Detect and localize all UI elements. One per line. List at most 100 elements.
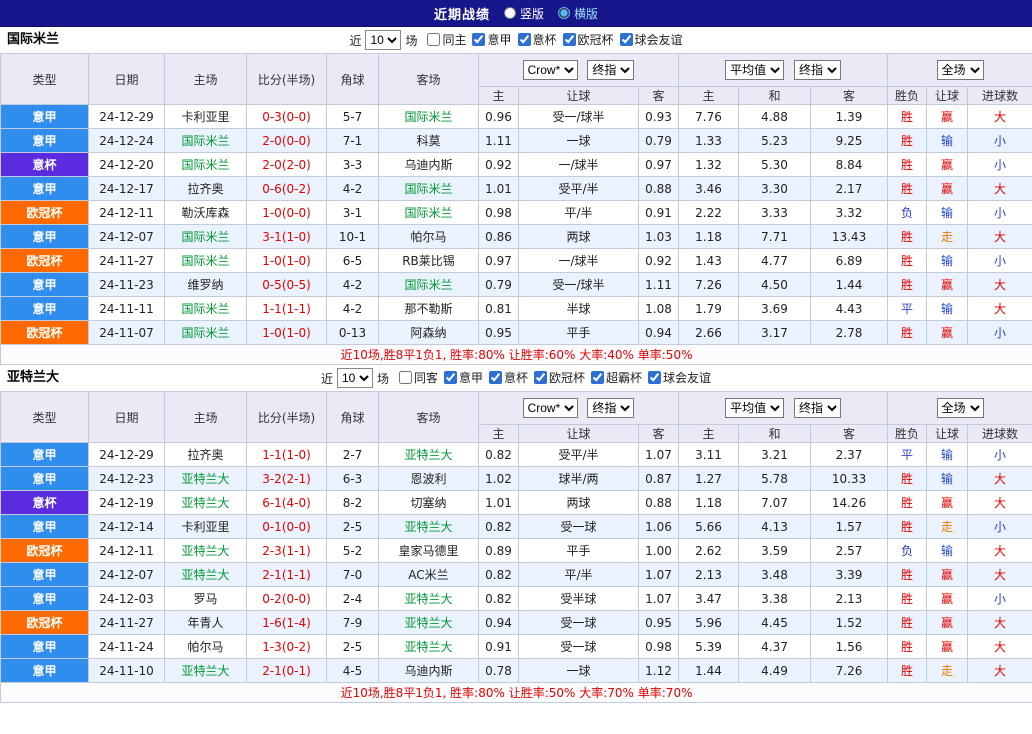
cell-corners: 10-1 xyxy=(327,225,379,249)
cell-result: 胜 xyxy=(888,587,927,611)
near-count-select[interactable]: 10 xyxy=(365,30,401,50)
cell-away-team: 阿森纳 xyxy=(379,321,479,345)
cell-result: 胜 xyxy=(888,467,927,491)
cell-avg-home: 7.26 xyxy=(679,273,739,297)
cell-avg-home: 1.18 xyxy=(679,225,739,249)
cell-avg-home: 1.33 xyxy=(679,129,739,153)
col-corner: 角球 xyxy=(327,392,379,443)
cell-score: 2-0(0-0) xyxy=(247,129,327,153)
cell-avg-away: 4.43 xyxy=(811,297,888,321)
filter-checkbox[interactable] xyxy=(648,371,661,384)
cell-result: 负 xyxy=(888,201,927,225)
cell-handicap: 受平/半 xyxy=(519,443,639,467)
filter-option[interactable]: 欧冠杯 xyxy=(563,31,614,48)
filter-option[interactable]: 超霸杯 xyxy=(591,369,642,386)
filter-option[interactable]: 球会友谊 xyxy=(620,31,683,48)
sub-handicap-result: 让球 xyxy=(927,87,968,105)
cell-odds-home: 0.96 xyxy=(479,105,519,129)
match-row: 意甲24-12-07亚特兰大2-1(1-1)7-0AC米兰0.82平/半1.07… xyxy=(1,563,1032,587)
average-final-select[interactable]: 终指 xyxy=(794,60,841,80)
filter-checkbox[interactable] xyxy=(620,33,633,46)
header-group-row: 类型 日期 主场 比分(半场) 角球 客场 Crow* 终指 xyxy=(1,54,1032,87)
cell-result: 胜 xyxy=(888,491,927,515)
cell-score: 0-2(0-0) xyxy=(247,587,327,611)
cell-handicap: 平/半 xyxy=(519,563,639,587)
vertical-layout-radio[interactable] xyxy=(504,7,516,19)
odds-company-select[interactable]: Crow* xyxy=(523,60,578,80)
cell-avg-away: 2.57 xyxy=(811,539,888,563)
cell-handicap: 一球 xyxy=(519,659,639,683)
cell-competition-type: 意甲 xyxy=(1,443,89,467)
cell-goals-result: 小 xyxy=(968,587,1032,611)
cell-goals-result: 大 xyxy=(968,563,1032,587)
layout-horizontal-option[interactable]: 横版 xyxy=(558,5,598,22)
section-title: 国际米兰 xyxy=(7,27,59,53)
filter-checkbox[interactable] xyxy=(427,33,440,46)
fulltime-select[interactable]: 全场 xyxy=(937,398,984,418)
cell-avg-draw: 5.30 xyxy=(739,153,811,177)
filter-checkbox[interactable] xyxy=(444,371,457,384)
cell-result: 胜 xyxy=(888,225,927,249)
filter-checkbox[interactable] xyxy=(591,371,604,384)
sub-goals: 进球数 xyxy=(968,425,1032,443)
cell-score: 3-2(2-1) xyxy=(247,467,327,491)
cell-competition-type: 意甲 xyxy=(1,177,89,201)
average-select[interactable]: 平均值 xyxy=(725,60,784,80)
average-final-select[interactable]: 终指 xyxy=(794,398,841,418)
filter-option[interactable]: 欧冠杯 xyxy=(534,369,585,386)
odds-final-select[interactable]: 终指 xyxy=(587,60,634,80)
cell-avg-home: 7.76 xyxy=(679,105,739,129)
cell-handicap: 平手 xyxy=(519,321,639,345)
filter-checkbox[interactable] xyxy=(534,371,547,384)
cell-goals-result: 大 xyxy=(968,225,1032,249)
filter-checkbox[interactable] xyxy=(399,371,412,384)
cell-avg-draw: 4.50 xyxy=(739,273,811,297)
cell-odds-away: 1.07 xyxy=(639,563,679,587)
filter-option[interactable]: 同客 xyxy=(399,369,438,386)
cell-handicap: 受一球 xyxy=(519,635,639,659)
filter-option[interactable]: 意甲 xyxy=(472,31,511,48)
cell-avg-home: 2.66 xyxy=(679,321,739,345)
filter-checkbox[interactable] xyxy=(518,33,531,46)
cell-date: 24-11-07 xyxy=(89,321,165,345)
filter-label: 意甲 xyxy=(459,369,483,386)
cell-avg-draw: 3.17 xyxy=(739,321,811,345)
filter-option[interactable]: 意杯 xyxy=(518,31,557,48)
average-select[interactable]: 平均值 xyxy=(725,398,784,418)
cell-corners: 4-2 xyxy=(327,297,379,321)
cell-home-team: 亚特兰大 xyxy=(165,563,247,587)
filter-checkbox[interactable] xyxy=(563,33,576,46)
cell-home-team: 帕尔马 xyxy=(165,635,247,659)
filter-option[interactable]: 意杯 xyxy=(489,369,528,386)
cell-home-team: 国际米兰 xyxy=(165,249,247,273)
sub-result: 胜负 xyxy=(888,87,927,105)
cell-avg-draw: 3.69 xyxy=(739,297,811,321)
cell-handicap: 受半球 xyxy=(519,587,639,611)
cell-handicap: 受一球 xyxy=(519,611,639,635)
cell-corners: 2-5 xyxy=(327,635,379,659)
fulltime-select[interactable]: 全场 xyxy=(937,60,984,80)
cell-home-team: 亚特兰大 xyxy=(165,539,247,563)
cell-away-team: 帕尔马 xyxy=(379,225,479,249)
filter-option[interactable]: 同主 xyxy=(427,31,466,48)
filter-option[interactable]: 意甲 xyxy=(444,369,483,386)
cell-date: 24-12-14 xyxy=(89,515,165,539)
odds-company-select[interactable]: Crow* xyxy=(523,398,578,418)
cell-odds-home: 0.78 xyxy=(479,659,519,683)
cell-away-team: 亚特兰大 xyxy=(379,515,479,539)
filter-checkbox[interactable] xyxy=(472,33,485,46)
cell-home-team: 拉齐奥 xyxy=(165,443,247,467)
layout-vertical-option[interactable]: 竖版 xyxy=(504,5,544,22)
filter-label: 意杯 xyxy=(504,369,528,386)
cell-handicap-result: 输 xyxy=(927,249,968,273)
cell-avg-draw: 3.38 xyxy=(739,587,811,611)
horizontal-layout-radio[interactable] xyxy=(558,7,570,19)
cell-away-team: 国际米兰 xyxy=(379,273,479,297)
near-count-select[interactable]: 10 xyxy=(337,368,373,388)
filter-checkbox[interactable] xyxy=(489,371,502,384)
filter-option[interactable]: 球会友谊 xyxy=(648,369,711,386)
cell-competition-type: 欧冠杯 xyxy=(1,249,89,273)
cell-goals-result: 小 xyxy=(968,201,1032,225)
odds-final-select[interactable]: 终指 xyxy=(587,398,634,418)
match-row: 欧冠杯24-11-27年青人1-6(1-4)7-9亚特兰大0.94受一球0.95… xyxy=(1,611,1032,635)
